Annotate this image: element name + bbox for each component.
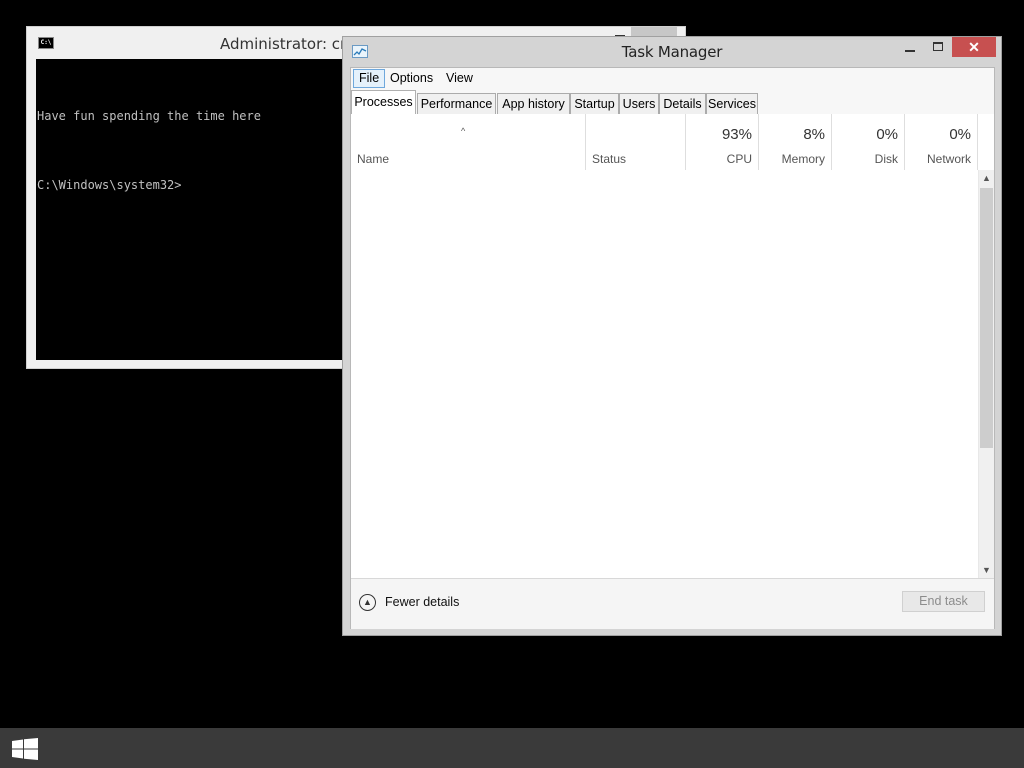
column-name-label: Name	[357, 152, 390, 166]
tab-users[interactable]: Users	[619, 93, 659, 114]
end-task-button[interactable]: End task	[902, 591, 985, 612]
scroll-up-arrow-icon[interactable]: ▲	[979, 170, 994, 186]
scroll-down-arrow-icon[interactable]: ▼	[979, 562, 994, 578]
tab-strip: Processes Performance App history Startu…	[351, 90, 994, 115]
memory-percent: 8%	[803, 126, 825, 143]
tab-processes[interactable]: Processes	[351, 90, 416, 115]
cpu-percent: 93%	[721, 126, 752, 143]
tab-services[interactable]: Services	[706, 93, 758, 114]
maximize-button[interactable]	[933, 42, 943, 51]
tab-details[interactable]: Details	[659, 93, 706, 114]
column-network-label: Network	[926, 152, 971, 166]
menu-options[interactable]: Options	[385, 69, 438, 88]
column-memory[interactable]: 8% Memory	[759, 114, 832, 170]
column-network[interactable]: 0% Network	[905, 114, 978, 170]
menubar: File Options View	[351, 68, 994, 90]
fewer-details-label: Fewer details	[385, 595, 460, 609]
tab-startup[interactable]: Startup	[570, 93, 619, 114]
taskbar	[0, 728, 1024, 768]
process-list[interactable]	[351, 170, 978, 578]
vertical-scrollbar[interactable]: ▲ ▼	[978, 170, 994, 578]
start-button[interactable]	[12, 738, 38, 760]
column-disk-label: Disk	[874, 152, 898, 166]
column-memory-label: Memory	[781, 152, 825, 166]
column-disk[interactable]: 0% Disk	[832, 114, 905, 170]
column-status-label: Status	[592, 152, 627, 166]
column-status[interactable]: Status	[586, 114, 686, 170]
scroll-thumb[interactable]	[980, 188, 993, 448]
menu-view[interactable]: View	[441, 69, 478, 88]
windows-logo-icon	[12, 738, 38, 760]
column-cpu-label: CPU	[726, 152, 752, 166]
minimize-button[interactable]	[905, 50, 915, 52]
column-name[interactable]: ^ Name	[351, 114, 586, 170]
column-cpu[interactable]: 93% CPU	[686, 114, 759, 170]
chevron-up-icon: ▲	[359, 594, 376, 611]
network-percent: 0%	[949, 126, 971, 143]
disk-percent: 0%	[876, 126, 898, 143]
tm-client: File Options View Processes Performance …	[350, 67, 995, 629]
footer: ▲ Fewer details End task	[351, 578, 994, 629]
sort-ascending-icon: ^	[461, 126, 466, 136]
tab-performance[interactable]: Performance	[417, 93, 496, 114]
tm-titlebar[interactable]: Task Manager ✕	[343, 37, 1001, 67]
column-header: ^ Name Status 93% CPU 8% Memory 0% Disk …	[351, 114, 994, 171]
tab-app-history[interactable]: App history	[497, 93, 570, 114]
tm-title: Task Manager	[621, 43, 723, 61]
menu-file[interactable]: File	[353, 69, 386, 88]
cmd-icon: C:\	[38, 37, 54, 49]
close-button[interactable]: ✕	[952, 37, 996, 57]
task-manager-window[interactable]: Task Manager ✕ File Options View Process…	[342, 36, 1002, 636]
close-icon: ✕	[968, 39, 980, 55]
